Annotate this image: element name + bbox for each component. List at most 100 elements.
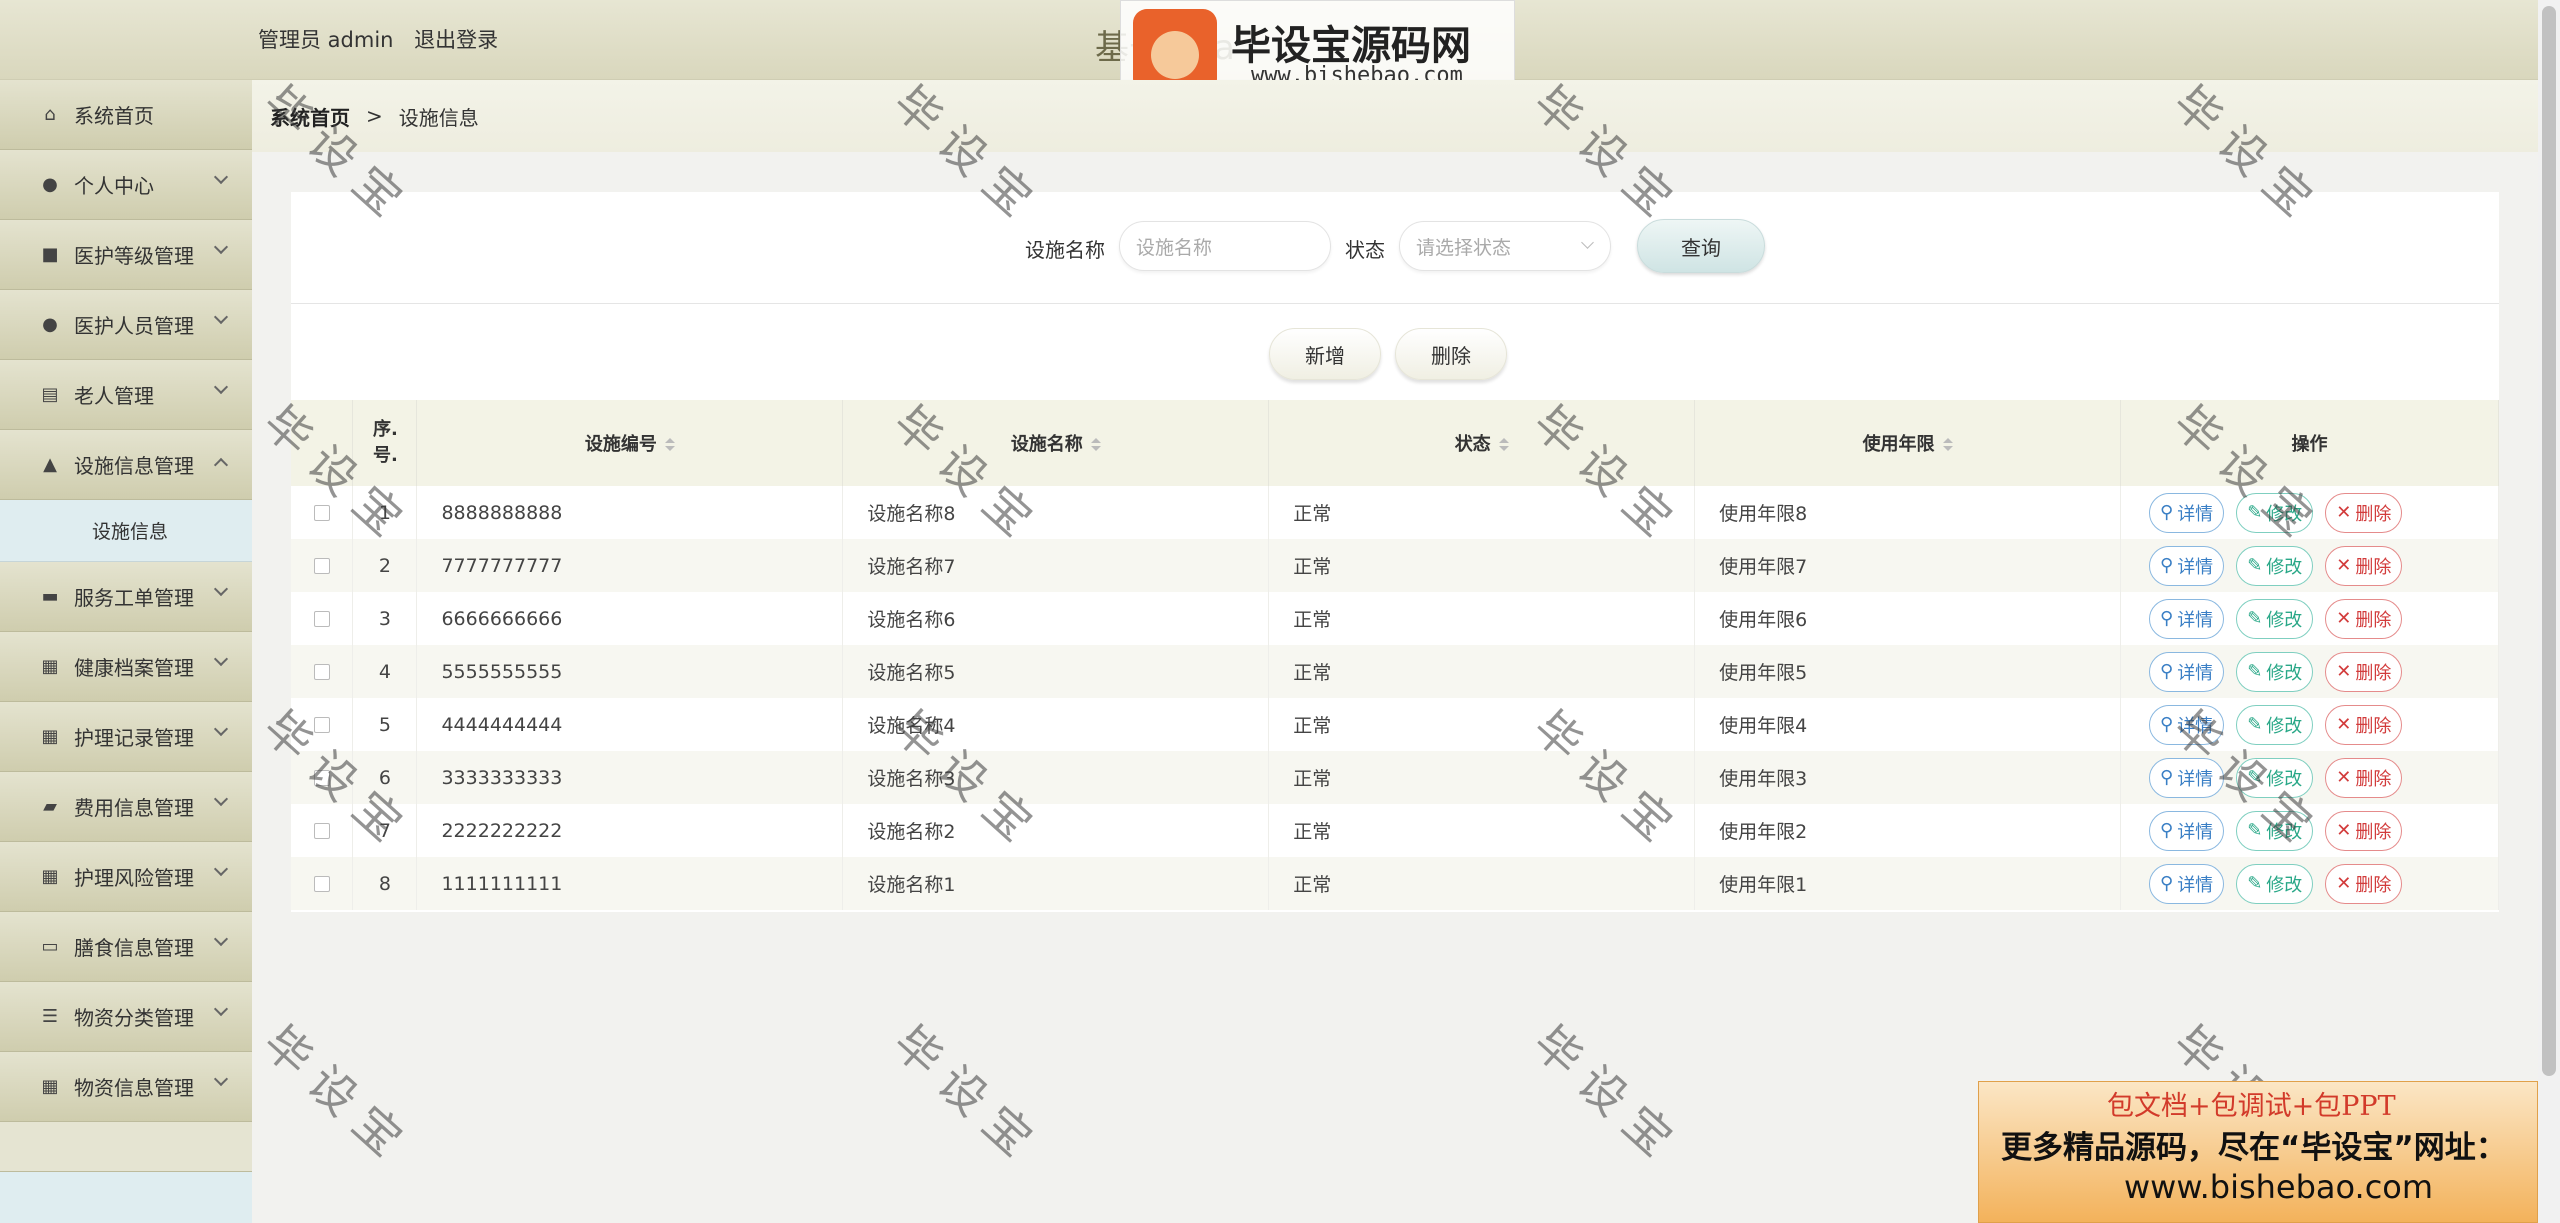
- chevron-down-icon: [213, 169, 229, 185]
- close-icon: ✕: [2336, 873, 2352, 894]
- sidebar-item[interactable]: ▰ 费用信息管理: [0, 772, 252, 842]
- scrollbar-thumb[interactable]: [2542, 6, 2556, 1076]
- sidebar-item[interactable]: ▦ 护理记录管理: [0, 702, 252, 772]
- edit-button[interactable]: ✎ 修改: [2236, 757, 2314, 798]
- sidebar-item[interactable]: ▤ 老人管理: [0, 360, 252, 430]
- edit-button[interactable]: ✎ 修改: [2236, 863, 2314, 904]
- sort-icon[interactable]: [664, 438, 675, 452]
- delete-button[interactable]: ✕ 删除: [2325, 810, 2403, 851]
- edit-button[interactable]: ✎ 修改: [2236, 492, 2314, 533]
- search-icon: ⚲: [2160, 661, 2174, 682]
- detail-button[interactable]: ⚲ 详情: [2149, 545, 2225, 586]
- detail-button[interactable]: ⚲ 详情: [2149, 810, 2225, 851]
- edit-button[interactable]: ✎ 修改: [2236, 651, 2314, 692]
- sidebar-item[interactable]: ▦ 物资信息管理: [0, 1052, 252, 1122]
- delete-button[interactable]: ✕ 删除: [2325, 651, 2403, 692]
- sidebar-item[interactable]: ■ 医护等级管理: [0, 220, 252, 290]
- row-actions: ⚲ 详情 ✎ 修改 ✕ 删除: [2121, 810, 2498, 851]
- delete-button[interactable]: ✕ 删除: [2325, 492, 2403, 533]
- detail-button[interactable]: ⚲ 详情: [2149, 704, 2225, 745]
- row-checkbox[interactable]: [313, 876, 330, 892]
- detail-button[interactable]: ⚲ 详情: [2149, 492, 2225, 533]
- delete-button[interactable]: ✕ 删除: [2325, 545, 2403, 586]
- row-checkbox[interactable]: [313, 770, 330, 786]
- sidebar-item[interactable]: ▲ 设施信息管理: [0, 430, 252, 500]
- grid-icon: ▦: [41, 1076, 59, 1097]
- search-icon: ⚲: [2160, 608, 2174, 629]
- row-index: 1: [352, 486, 418, 539]
- delete-label: 删除: [2355, 662, 2392, 684]
- delete-button[interactable]: ✕ 删除: [2325, 598, 2403, 639]
- header-code-label: 设施编号: [584, 434, 657, 455]
- name-label: 设施名称: [1025, 238, 1105, 262]
- page-scrollbar[interactable]: [2538, 0, 2560, 1223]
- header-name[interactable]: 设施名称: [842, 400, 1270, 486]
- logout-link[interactable]: 退出登录: [414, 28, 498, 52]
- query-button[interactable]: 查询: [1637, 219, 1765, 273]
- status-select[interactable]: 请选择状态: [1399, 221, 1611, 271]
- sidebar-item[interactable]: ▦ 健康档案管理: [0, 632, 252, 702]
- facility-name-input[interactable]: 设施名称: [1119, 221, 1331, 271]
- row-checkbox[interactable]: [313, 823, 330, 839]
- row-status: 正常: [1268, 857, 1696, 910]
- delete-button[interactable]: ✕ 删除: [2325, 757, 2403, 798]
- pencil-icon: ✎: [2247, 661, 2263, 682]
- row-ops: ⚲ 详情 ✎ 修改 ✕ 删除: [2120, 804, 2499, 857]
- detail-label: 详情: [2177, 768, 2214, 790]
- row-code: 6666666666: [416, 592, 844, 645]
- header-years[interactable]: 使用年限: [1694, 400, 2121, 486]
- row-actions: ⚲ 详情 ✎ 修改 ✕ 删除: [2121, 545, 2498, 586]
- sidebar-item[interactable]: ▬ 服务工单管理: [0, 562, 252, 632]
- close-icon: ✕: [2336, 767, 2352, 788]
- row-checkbox[interactable]: [313, 717, 330, 733]
- detail-button[interactable]: ⚲ 详情: [2149, 651, 2225, 692]
- sidebar-item[interactable]: ⌂ 系统首页: [0, 80, 252, 150]
- header-code[interactable]: 设施编号: [416, 400, 844, 486]
- edit-label: 修改: [2266, 503, 2303, 525]
- sidebar-item[interactable]: ☰ 物资分类管理: [0, 982, 252, 1052]
- row-years: 使用年限7: [1694, 539, 2121, 592]
- detail-button[interactable]: ⚲ 详情: [2149, 757, 2225, 798]
- edit-button[interactable]: ✎ 修改: [2236, 704, 2314, 745]
- row-status: 正常: [1268, 698, 1696, 751]
- edit-button[interactable]: ✎ 修改: [2236, 545, 2314, 586]
- edit-button[interactable]: ✎ 修改: [2236, 810, 2314, 851]
- sort-icon[interactable]: [1498, 438, 1509, 452]
- sidebar-item[interactable]: ▦ 护理风险管理: [0, 842, 252, 912]
- table-row: 3 6666666666 设施名称6 正常 使用年限6 ⚲ 详情 ✎ 修改 ✕ 删除: [291, 592, 2499, 645]
- add-button[interactable]: 新增: [1269, 328, 1381, 380]
- sidebar-item[interactable]: ● 个人中心: [0, 150, 252, 220]
- printer-icon: ▬: [41, 586, 59, 607]
- sidebar-item[interactable]: ▭ 膳食信息管理: [0, 912, 252, 982]
- pencil-icon: ✎: [2247, 714, 2263, 735]
- row-checkbox[interactable]: [313, 558, 330, 574]
- close-icon: ✕: [2336, 502, 2352, 523]
- sidebar-item[interactable]: ● 医护人员管理: [0, 290, 252, 360]
- batch-delete-button[interactable]: 删除: [1395, 328, 1507, 380]
- promo-line-1: 包文档+包调试+包PPT: [2107, 1091, 2396, 1122]
- sort-icon[interactable]: [1090, 438, 1101, 452]
- row-checkbox[interactable]: [313, 611, 330, 627]
- delete-button[interactable]: ✕ 删除: [2325, 704, 2403, 745]
- row-checkbox[interactable]: [313, 505, 330, 521]
- detail-button[interactable]: ⚲ 详情: [2149, 863, 2225, 904]
- delete-button[interactable]: ✕ 删除: [2325, 863, 2403, 904]
- breadcrumb-home[interactable]: 系统首页: [270, 102, 350, 131]
- edit-label: 修改: [2266, 821, 2303, 843]
- detail-button[interactable]: ⚲ 详情: [2149, 598, 2225, 639]
- sidebar-item-label: 服务工单管理: [74, 586, 194, 610]
- header-years-label: 使用年限: [1862, 434, 1935, 455]
- row-years: 使用年限8: [1694, 486, 2121, 539]
- header-index-label: 序.号.: [372, 419, 398, 466]
- header-status[interactable]: 状态: [1268, 400, 1696, 486]
- sidebar-item-label: 护理记录管理: [74, 726, 194, 750]
- table-row: 6 3333333333 设施名称3 正常 使用年限3 ⚲ 详情 ✎ 修改 ✕ 删除: [291, 751, 2499, 804]
- submenu-item-facility-info[interactable]: 设施信息: [0, 500, 252, 562]
- breadcrumb-separator: >: [366, 104, 383, 128]
- user-icon: ●: [42, 314, 58, 335]
- row-name: 设施名称7: [842, 539, 1270, 592]
- sort-icon[interactable]: [1942, 438, 1953, 452]
- row-checkbox[interactable]: [313, 664, 330, 680]
- edit-button[interactable]: ✎ 修改: [2236, 598, 2314, 639]
- sidebar-item-label: 医护等级管理: [74, 244, 194, 268]
